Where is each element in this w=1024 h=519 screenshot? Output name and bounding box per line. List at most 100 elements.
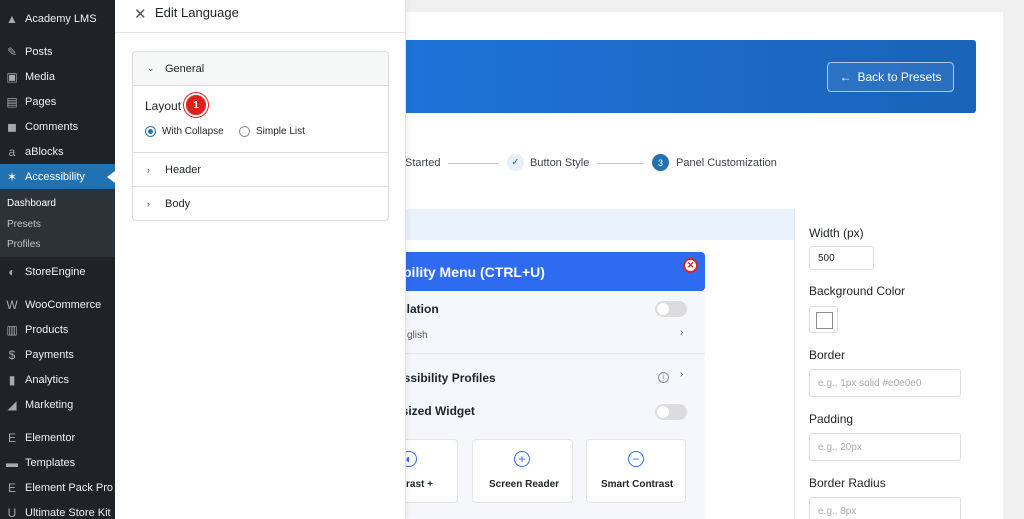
tile-smart-contrast[interactable]: [586, 439, 686, 503]
payments-icon: $: [8, 347, 16, 362]
border-radius-input[interactable]: e.g., 8px: [809, 497, 961, 519]
sidebar-item-ultimate-store-kit[interactable]: U Ultimate Store Kit: [0, 500, 115, 519]
sidebar-item-element-pack-pro[interactable]: E Element Pack Pro: [0, 475, 115, 500]
sidebar-item-woocommerce[interactable]: W WooCommerce: [0, 292, 115, 317]
submenu-dashboard[interactable]: Dashboard: [7, 198, 56, 209]
radio-label-with-collapse[interactable]: With Collapse: [162, 126, 224, 137]
border-label: Border: [809, 348, 846, 362]
sidebar-item-label: Templates: [25, 456, 76, 469]
preview-menu-header: bility Menu (CTRL+U): [395, 252, 705, 291]
background-color-swatch[interactable]: [809, 306, 838, 333]
sidebar-item-label: Pages: [25, 95, 57, 108]
submenu-profiles[interactable]: Profiles: [7, 239, 40, 250]
sidebar-item-label: StoreEngine: [25, 265, 86, 278]
radio-with-collapse[interactable]: [145, 126, 156, 137]
close-icon[interactable]: ✕: [134, 5, 147, 23]
drawer-title: Edit Language: [155, 5, 239, 20]
sidebar-item-label: Payments: [25, 348, 74, 361]
sidebar-item-elementor[interactable]: E Elementor: [0, 425, 115, 450]
accordion-label: Body: [165, 197, 191, 210]
chevron-right-icon[interactable]: ›: [680, 327, 683, 338]
preview-menu-title: bility Menu (CTRL+U): [403, 263, 545, 280]
mortarboard-icon: ▲: [6, 11, 18, 26]
sidebar-item-label: Elementor: [25, 431, 76, 444]
elementor-icon: E: [7, 430, 16, 445]
sidebar-item-label: Accessibility: [25, 170, 85, 183]
comment-icon: ◼: [7, 119, 17, 134]
submenu-presets[interactable]: Presets: [7, 219, 41, 230]
divider: [395, 353, 705, 354]
border-input[interactable]: e.g., 1px solid #e0e0e0: [809, 369, 961, 397]
preview-strip: [395, 209, 794, 240]
width-label: Width (px): [809, 226, 864, 240]
padding-input[interactable]: e.g., 20px: [809, 433, 961, 461]
sidebar-item-label: Comments: [25, 120, 79, 133]
sidebar-item-analytics[interactable]: ▮ Analytics: [0, 367, 115, 392]
tile-label: Screen Reader: [489, 479, 560, 490]
close-icon[interactable]: ✕: [683, 258, 698, 273]
translation-toggle[interactable]: [655, 301, 687, 317]
oversized-widget-toggle[interactable]: [655, 404, 687, 420]
sidebar-item-label: Ultimate Store Kit: [25, 506, 111, 519]
sidebar-item-pages[interactable]: ▤ Pages: [0, 89, 115, 114]
sidebar-item-templates[interactable]: ▬ Templates: [0, 450, 115, 475]
width-input[interactable]: 500: [809, 246, 874, 270]
sidebar-item-label: Academy LMS: [25, 12, 97, 25]
sidebar-item-marketing[interactable]: ◢ Marketing: [0, 392, 115, 417]
accessibility-icon: ✶: [6, 169, 18, 184]
background-color-label: Background Color: [809, 284, 906, 298]
products-icon: ▥: [6, 322, 18, 337]
preview-row-language: glish: [407, 330, 428, 341]
accordion-body[interactable]: › Body: [133, 187, 388, 220]
analytics-icon: ▮: [8, 372, 16, 387]
step-connector: [597, 163, 644, 164]
chevron-right-icon: ›: [147, 198, 150, 209]
chevron-right-icon: ›: [147, 164, 150, 175]
sidebar-item-products[interactable]: ▥ Products: [0, 317, 115, 342]
sidebar-item-media[interactable]: ▣ Media: [0, 64, 115, 89]
preview-row-profiles: essibility Profiles: [397, 371, 496, 385]
info-icon[interactable]: i: [658, 372, 669, 383]
sidebar-item-label: Analytics: [25, 373, 70, 386]
sidebar-item-posts[interactable]: ✎ Posts: [0, 39, 115, 64]
chevron-down-icon: ⌄: [147, 63, 155, 73]
accordion-label: Header: [165, 163, 202, 176]
sidebar-item-storeengine[interactable]: ◐ StoreEngine: [0, 259, 115, 284]
step-connector: [448, 163, 498, 164]
media-icon: ▣: [6, 69, 18, 84]
step-number-badge: 3: [652, 154, 669, 171]
sidebar-item-label: Posts: [25, 45, 53, 58]
minus-circle-icon: −: [628, 451, 644, 467]
tile-label: Smart Contrast: [601, 479, 674, 490]
accordion-general[interactable]: ⌄ General: [133, 52, 388, 85]
check-icon: ✓: [507, 154, 524, 171]
accordion-header[interactable]: › Header: [133, 153, 388, 186]
sidebar-item-accessibility[interactable]: ✶ Accessibility: [0, 164, 115, 189]
folder-icon: ▬: [6, 455, 18, 470]
preview-row-oversized-widget: rsized Widget: [397, 404, 475, 418]
pin-icon: ✎: [6, 44, 18, 59]
step-badge: 1: [184, 93, 208, 117]
step-button-style[interactable]: Button Style: [530, 157, 589, 169]
chevron-right-icon[interactable]: ›: [680, 369, 683, 380]
sidebar-item-label: WooCommerce: [25, 298, 102, 311]
accordion-label: General: [165, 62, 205, 75]
step-started[interactable]: Started: [405, 157, 440, 169]
sidebar-item-payments[interactable]: $ Payments: [0, 342, 115, 367]
sidebar-item-label: Products: [25, 323, 69, 336]
divider: [133, 85, 388, 86]
elementpack-icon: E: [7, 480, 16, 495]
sidebar-item-academy-lms[interactable]: ▲ Academy LMS: [0, 6, 115, 31]
radio-simple-list[interactable]: [239, 126, 250, 137]
sidebar-item-ablocks[interactable]: a aBlocks: [0, 139, 115, 164]
back-button-label: Back to Presets: [857, 70, 942, 84]
radio-label-simple-list[interactable]: Simple List: [256, 126, 305, 137]
step-panel-customization[interactable]: Panel Customization: [676, 157, 777, 169]
tile-screen-reader[interactable]: [472, 439, 573, 503]
ablocks-icon: a: [8, 144, 16, 159]
back-to-presets-button[interactable]: ← Back to Presets: [827, 62, 954, 92]
arrow-left-icon: ←: [839, 70, 852, 84]
plus-circle-icon: +: [514, 451, 530, 467]
woocommerce-icon: W: [6, 297, 18, 312]
sidebar-item-comments[interactable]: ◼ Comments: [0, 114, 115, 139]
